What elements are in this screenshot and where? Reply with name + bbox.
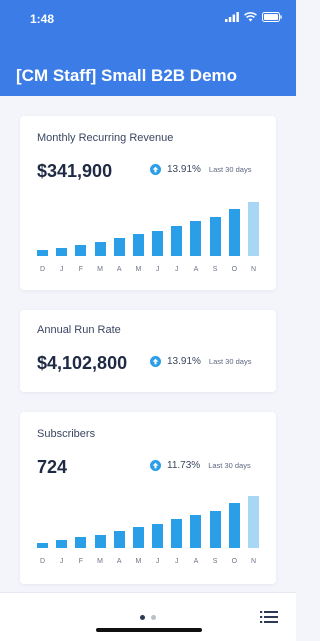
chart-bar[interactable] (75, 537, 87, 548)
chart-bar[interactable] (132, 234, 144, 256)
status-bar: 1:48 (0, 0, 296, 36)
arrow-up-circle-icon (150, 356, 161, 367)
mrr-card[interactable]: Monthly Recurring Revenue $341,900 13.91… (20, 116, 276, 290)
chart-tick-label: D (39, 558, 46, 565)
chart-tick-label: F (78, 266, 83, 273)
chart-tick-label: J (175, 558, 179, 565)
mrr-chart: DJFMAMJJASON (37, 200, 259, 273)
chart-bar[interactable] (37, 250, 48, 256)
chart-bar[interactable] (113, 531, 125, 548)
chart-bar[interactable] (132, 527, 144, 548)
subscribers-card[interactable]: Subscribers 724 11.73% Last 30 days D J F M… (20, 412, 276, 584)
chart-tick-label: M (97, 558, 103, 565)
chart-bar[interactable] (56, 248, 68, 256)
chart-tick-label: D (39, 266, 46, 273)
chart-tick-label: A (193, 558, 199, 565)
chart-bar[interactable] (190, 221, 202, 256)
chart-tick-label: N (250, 558, 257, 565)
page-dot-inactive[interactable] (151, 615, 156, 620)
chart-tick-label: O (231, 266, 238, 273)
chart-bar[interactable] (37, 543, 48, 548)
battery-icon (262, 12, 282, 22)
change-period: Last 30 days (208, 461, 251, 470)
chart-tick-label: N (250, 266, 257, 273)
chart-bar[interactable] (75, 245, 87, 256)
card-title: Annual Run Rate (37, 324, 121, 336)
chart-tick-label: S (212, 266, 218, 273)
chart-tick-label: J (175, 266, 179, 273)
status-time: 1:48 (30, 12, 55, 26)
chart-tick-label: A (116, 558, 122, 565)
chart-tick-label: F (78, 558, 83, 565)
change-period: Last 30 days (208, 165, 252, 174)
chart-tick-label: M (135, 266, 142, 273)
chart-tick-label: J (59, 558, 64, 565)
chart-bar[interactable] (171, 226, 183, 256)
chart-tick-label: A (193, 266, 199, 273)
chart-bar[interactable] (113, 238, 125, 256)
chart-bar[interactable] (152, 231, 164, 256)
wifi-icon (244, 12, 257, 22)
chart-tick-label: J (155, 266, 160, 273)
home-indicator (96, 628, 202, 632)
list-menu-icon[interactable] (260, 610, 278, 624)
chart-tick-label: A (116, 266, 122, 273)
arrow-up-circle-icon (150, 164, 161, 175)
chart-bar[interactable] (209, 217, 221, 256)
chart-bar[interactable] (228, 209, 240, 256)
change-indicator: 13.91% Last 30 days (150, 164, 251, 175)
chart-bar[interactable] (190, 515, 202, 548)
chart-tick-label: J (59, 266, 64, 273)
chart-bar[interactable] (209, 511, 221, 548)
status-icons (225, 12, 282, 22)
page-dot-active[interactable] (140, 615, 145, 620)
chart-bar[interactable] (171, 519, 183, 548)
app-header: 1:48 [CM Staff] Small B2B Demo (0, 0, 296, 96)
change-percent: 13.91% (167, 164, 201, 175)
chart-tick-label: J (155, 558, 160, 565)
chart-bar[interactable] (94, 242, 106, 256)
chart-bar[interactable] (56, 540, 68, 548)
card-value: $341,900 (37, 161, 113, 181)
subscribers-chart: DJFMAMJJASON (37, 494, 259, 565)
chart-tick-label: S (212, 558, 218, 565)
chart-tick-label: M (97, 266, 103, 273)
chart-tick-label: M (135, 558, 142, 565)
chart-tick-label: O (231, 558, 238, 565)
chart-bar[interactable] (152, 524, 164, 548)
change-percent: 13.91% (167, 356, 201, 367)
signal-icon (225, 12, 239, 22)
change-period: Last 30 days (208, 357, 252, 366)
chart-bar[interactable] (248, 202, 259, 256)
bottom-bar (0, 592, 296, 641)
card-value: 724 (37, 457, 68, 477)
chart-bar[interactable] (228, 503, 240, 548)
change-percent: 11.73% (167, 460, 201, 471)
arr-card[interactable]: Annual Run Rate $4,102,800 13.91% Last 3… (20, 310, 276, 392)
change-indicator: 13.91% Last 30 days (150, 356, 251, 367)
chart-bar[interactable] (248, 496, 259, 548)
arrow-up-circle-icon (150, 460, 161, 471)
chart-bar[interactable] (94, 535, 106, 548)
card-title: Subscribers (37, 428, 96, 440)
card-value: $4,102,800 (37, 353, 128, 373)
app-title: [CM Staff] Small B2B Demo (16, 66, 238, 85)
change-indicator: 11.73% Last 30 days (150, 460, 251, 471)
card-title: Monthly Recurring Revenue (37, 132, 174, 144)
